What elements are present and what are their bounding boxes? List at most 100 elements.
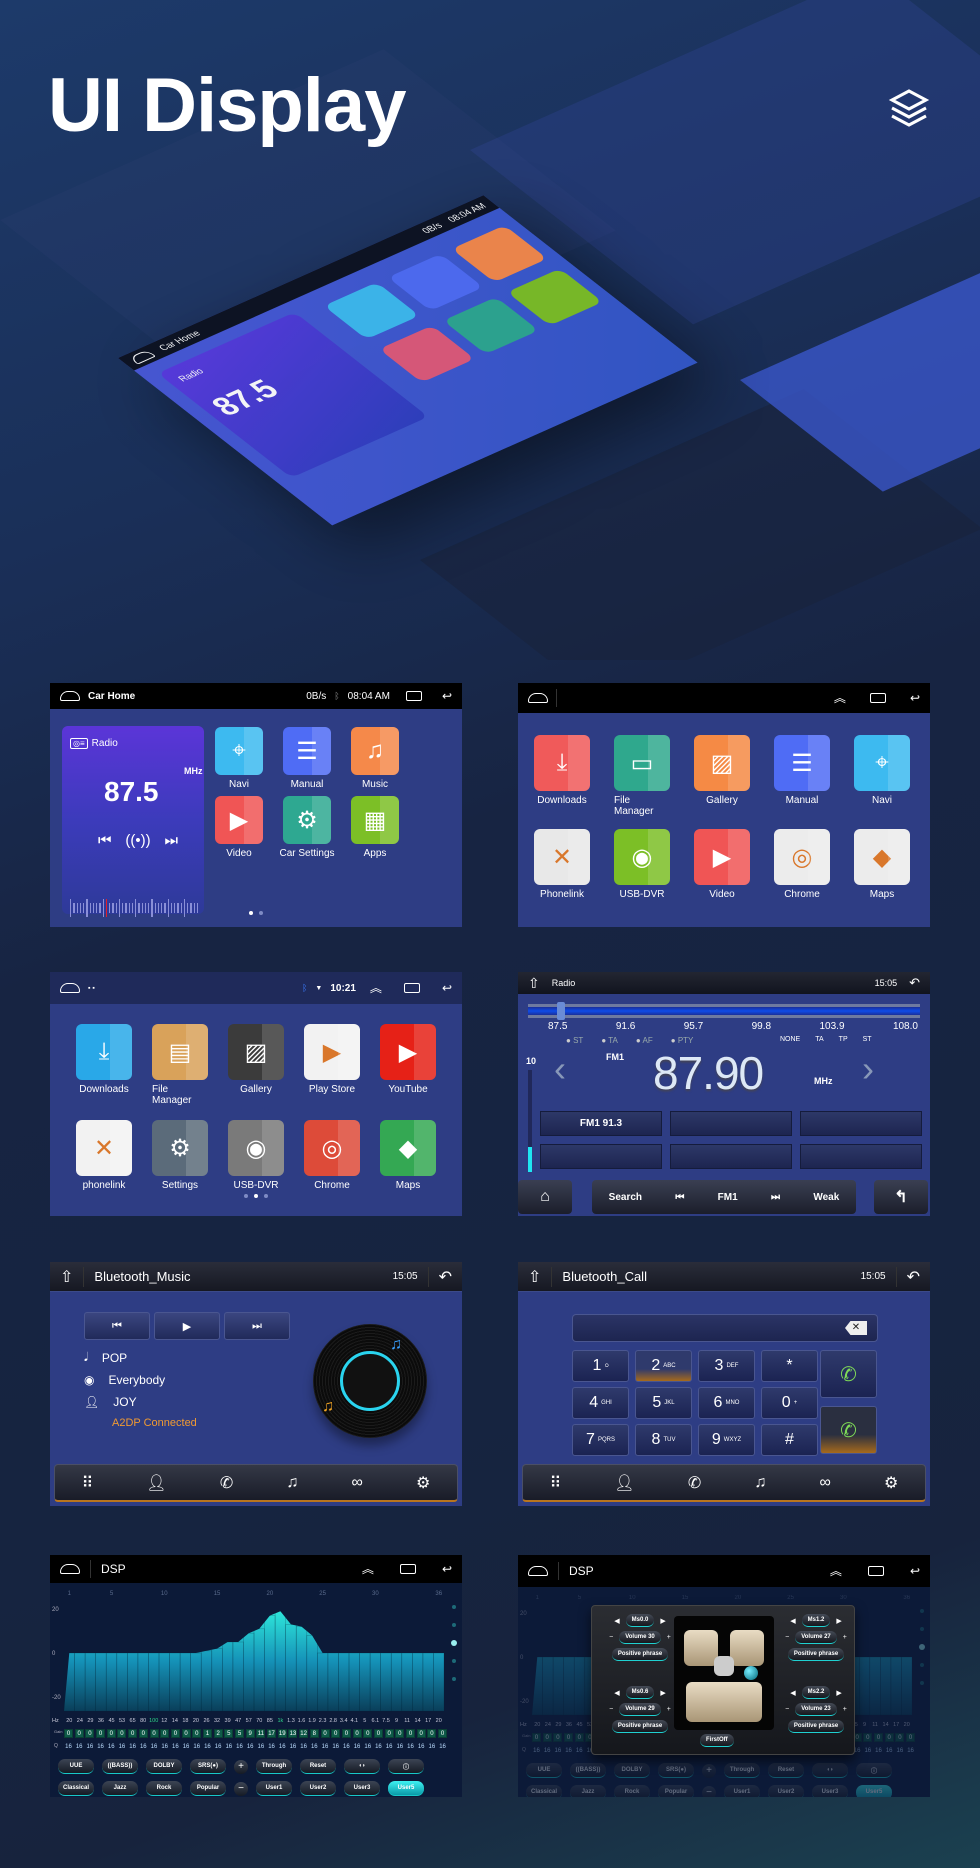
app-car-settings[interactable]: ⚙ Car Settings [278, 796, 336, 859]
expand-up-icon[interactable]: ︽ [362, 1563, 374, 1575]
q-value[interactable]: 16 [182, 1743, 191, 1752]
preset-button[interactable] [800, 1111, 922, 1136]
app-maps[interactable]: ◆ Maps [380, 1120, 436, 1191]
page-dot[interactable] [244, 1194, 248, 1198]
dsp-btn-icon[interactable]: − [234, 1781, 248, 1796]
q-value[interactable]: 16 [299, 1743, 308, 1752]
dsp-btn-uue[interactable]: UUE [526, 1763, 562, 1778]
q-value[interactable]: 16 [553, 1747, 562, 1756]
next-station-icon[interactable]: ⏭ [164, 832, 178, 849]
q-value[interactable]: 16 [395, 1743, 404, 1752]
back-icon[interactable]: ↩ [910, 692, 920, 704]
phase-button[interactable]: Positive phrase [787, 1648, 845, 1661]
back-icon[interactable]: ↶ [907, 1267, 920, 1287]
q-value[interactable]: 16 [906, 1747, 915, 1756]
phone-number-input[interactable]: ✕ [572, 1314, 878, 1342]
delay-decrease-icon[interactable]: ◀ [614, 1689, 619, 1697]
dsp-btn-through[interactable]: Through [256, 1759, 292, 1774]
app-file-manager[interactable]: ▭ File Manager [614, 735, 670, 817]
back-icon[interactable]: ↩ [442, 1563, 452, 1575]
q-value[interactable]: 16 [150, 1743, 159, 1752]
gain-value[interactable]: 0 [181, 1729, 191, 1738]
app-video[interactable]: ▶ Video [210, 796, 268, 859]
rds-flag-ta[interactable]: ● TA [601, 1036, 618, 1045]
key-0[interactable]: 0 + [761, 1387, 818, 1419]
dsp-btn-dolby[interactable]: DOLBY [146, 1759, 182, 1774]
dsp-btn-popular[interactable]: Popular [190, 1781, 226, 1796]
q-value[interactable]: 16 [246, 1743, 255, 1752]
radio-widget[interactable]: ◎≡ Radio 87.5 MHz ⏮ ((•)) ⏭ [62, 726, 204, 917]
gain-value[interactable]: 0 [553, 1733, 563, 1742]
q-value[interactable]: 16 [267, 1743, 276, 1752]
app-manual[interactable]: ☰ Manual [774, 735, 830, 817]
gain-value[interactable]: 0 [341, 1729, 351, 1738]
dsp-btn-user1[interactable]: User1 [256, 1781, 292, 1796]
master-level-step[interactable] [919, 1644, 925, 1650]
q-value[interactable]: 16 [310, 1743, 319, 1752]
q-value[interactable]: 16 [885, 1747, 894, 1756]
gain-value[interactable]: 0 [863, 1733, 873, 1742]
previous-station-icon[interactable]: ⏮ [98, 832, 112, 849]
gain-value[interactable]: 0 [128, 1729, 138, 1738]
q-value[interactable]: 16 [331, 1743, 340, 1752]
master-level-step[interactable] [920, 1609, 924, 1613]
gain-value[interactable]: 0 [160, 1729, 170, 1738]
delay-increase-icon[interactable]: ▶ [660, 1617, 665, 1625]
expand-up-icon[interactable]: ︽ [830, 1565, 842, 1577]
dsp-btn-icon[interactable]: ◖◗ [812, 1763, 848, 1778]
q-value[interactable]: 16 [278, 1743, 287, 1752]
home-icon[interactable] [528, 1566, 548, 1576]
delay-value[interactable]: Ms2.2 [801, 1686, 831, 1699]
call-button[interactable]: ✆ [820, 1350, 877, 1398]
rds-flag-af[interactable]: ● AF [636, 1036, 653, 1045]
sound-focus-point[interactable] [744, 1666, 758, 1680]
app-settings[interactable]: ⚙ Settings [152, 1120, 208, 1191]
q-value[interactable]: 16 [895, 1747, 904, 1756]
key-4[interactable]: 4 GHI [572, 1387, 629, 1419]
app-apps[interactable]: ▦ Apps [346, 796, 404, 859]
link-icon[interactable]: ∞ [820, 1474, 831, 1492]
app-chrome[interactable]: ◎ Chrome [774, 829, 830, 900]
back-icon[interactable]: ↶ [909, 975, 920, 991]
key-7[interactable]: 7 PQRS [572, 1424, 629, 1456]
volume-increase-icon[interactable]: + [843, 1706, 847, 1713]
master-level-step[interactable] [920, 1681, 924, 1685]
home-icon[interactable] [528, 693, 548, 703]
q-value[interactable]: 16 [406, 1743, 415, 1752]
dialpad-icon[interactable]: ⠿ [550, 1473, 562, 1493]
dsp-btn-icon[interactable]: ⓘ [388, 1759, 424, 1774]
app-maps[interactable]: ◆ Maps [854, 829, 910, 900]
key-1[interactable]: 1ഠ [572, 1350, 629, 1382]
gain-value[interactable]: 0 [192, 1729, 202, 1738]
dsp-btn-classical[interactable]: Classical [526, 1785, 562, 1797]
app-phonelink[interactable]: ✕ Phonelink [534, 829, 590, 900]
back-icon[interactable]: ↶ [439, 1267, 452, 1287]
dsp-btn-icon[interactable]: + [234, 1759, 248, 1774]
gain-value[interactable]: 0 [438, 1729, 448, 1738]
gain-value[interactable]: 0 [74, 1729, 84, 1738]
gain-value[interactable]: 0 [138, 1729, 148, 1738]
home-icon[interactable]: ⇧ [528, 975, 540, 992]
gain-value[interactable]: 5 [224, 1729, 234, 1738]
home-icon[interactable] [60, 983, 80, 993]
q-value[interactable]: 16 [385, 1743, 394, 1752]
app-play-store[interactable]: ▶ Play Store [304, 1024, 360, 1106]
preset-button[interactable] [800, 1144, 922, 1169]
q-value[interactable]: 16 [575, 1747, 584, 1756]
q-value[interactable]: 16 [256, 1743, 265, 1752]
q-value[interactable]: 16 [374, 1743, 383, 1752]
volume-increase-icon[interactable]: + [667, 1634, 671, 1641]
q-value[interactable]: 16 [342, 1743, 351, 1752]
gain-value[interactable]: 0 [85, 1729, 95, 1738]
dsp-btn-reset[interactable]: Reset [768, 1763, 804, 1778]
gain-value[interactable]: 0 [117, 1729, 127, 1738]
equalizer-chart[interactable]: 15101520253036200-20Hz202429364553658010… [50, 1583, 462, 1723]
dsp-btn-srs[interactable]: SRS(●) [190, 1759, 226, 1774]
delay-increase-icon[interactable]: ▶ [836, 1617, 841, 1625]
q-value[interactable]: 16 [321, 1743, 330, 1752]
gain-value[interactable]: 0 [320, 1729, 330, 1738]
volume-value[interactable]: Volume 27 [795, 1631, 837, 1644]
q-value[interactable]: 16 [863, 1747, 872, 1756]
q-value[interactable]: 16 [564, 1747, 573, 1756]
gain-value[interactable]: 0 [906, 1733, 916, 1742]
